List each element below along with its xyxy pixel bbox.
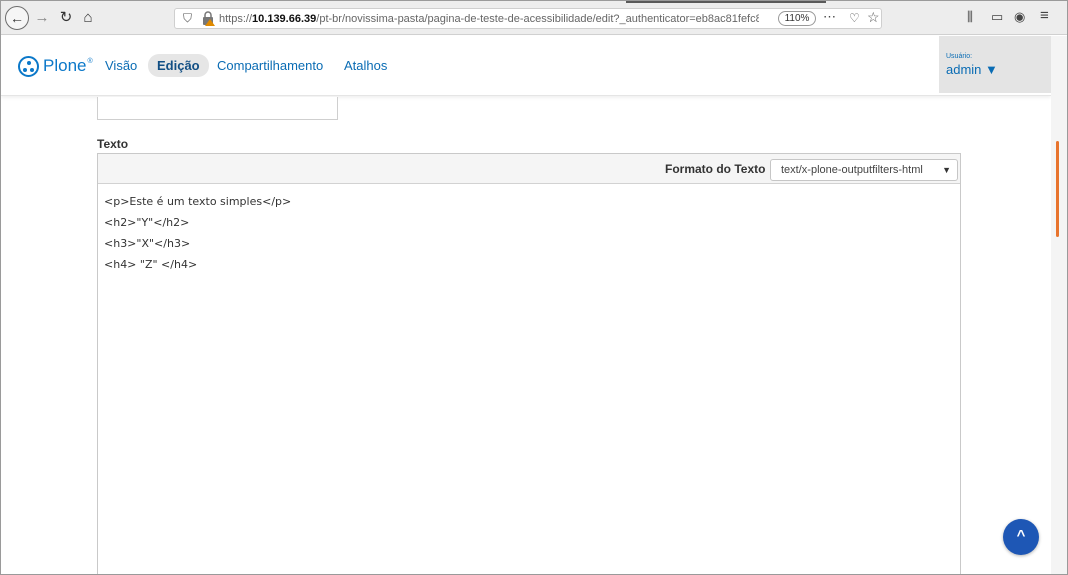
text-editor: Formato do Texto text/x-plone-outputfilt… bbox=[97, 153, 961, 574]
plone-logo-icon bbox=[18, 55, 39, 77]
code-line: <h3>"X"</h3> bbox=[104, 237, 191, 250]
tab-compartilhamento[interactable]: Compartilhamento bbox=[217, 54, 323, 77]
address-bar[interactable]: ⛉ https://10.139.66.39/pt-br/novissima-p… bbox=[174, 8, 882, 29]
back-arrow-icon[interactable]: ← bbox=[5, 6, 29, 30]
text-format-select[interactable]: text/x-plone-outputfilters-html ▼ bbox=[770, 159, 958, 181]
logo-trademark: ® bbox=[87, 57, 93, 65]
tracking-shield-icon[interactable]: ⛉ bbox=[183, 11, 192, 26]
active-tab-indicator bbox=[626, 1, 826, 3]
previous-field-input[interactable] bbox=[97, 97, 338, 120]
hamburger-menu-icon[interactable]: ≡ bbox=[1040, 7, 1049, 24]
browser-window: ← → ↻ ⌂ ⛉ https://10.139.66.39/pt-br/nov… bbox=[0, 0, 1068, 575]
code-line: <h2>"Y"</h2> bbox=[104, 216, 190, 229]
home-icon[interactable]: ⌂ bbox=[80, 9, 96, 27]
tab-visao[interactable]: Visão bbox=[105, 54, 137, 77]
browser-toolbar: ← → ↻ ⌂ ⛉ https://10.139.66.39/pt-br/nov… bbox=[1, 1, 1067, 35]
user-name-dropdown[interactable]: admin ▼ bbox=[946, 62, 998, 77]
library-icon[interactable]: ⫼ bbox=[967, 9, 973, 25]
text-body-textarea[interactable]: <p>Este é um texto simples</p> <h2>"Y"</… bbox=[98, 185, 960, 574]
page-actions-icon[interactable]: ⋯ bbox=[823, 9, 838, 25]
page-scrollbar-thumb[interactable] bbox=[1056, 141, 1059, 237]
user-menu[interactable]: Usuário: admin ▼ bbox=[939, 36, 1051, 93]
account-icon[interactable]: ◉ bbox=[1014, 9, 1025, 25]
text-format-value: text/x-plone-outputfilters-html bbox=[781, 164, 923, 176]
forward-arrow-icon[interactable]: → bbox=[34, 9, 50, 27]
zoom-level-badge[interactable]: 110% bbox=[778, 11, 816, 26]
chevron-down-icon: ▼ bbox=[942, 165, 951, 175]
url-text[interactable]: https://10.139.66.39/pt-br/novissima-pas… bbox=[219, 12, 759, 26]
sidebar-icon[interactable]: ▭ bbox=[991, 9, 1003, 25]
text-field-label: Texto bbox=[97, 137, 129, 151]
plone-toolbar: Plone ® Visão Edição Compartilhamento At… bbox=[1, 36, 1051, 96]
logo-text: Plone bbox=[43, 56, 87, 75]
back-to-top-button[interactable]: ^ bbox=[1003, 519, 1039, 555]
reload-icon[interactable]: ↻ bbox=[58, 9, 74, 27]
code-line: <h4> "Z" </h4> bbox=[104, 258, 198, 271]
bookmark-star-icon[interactable]: ☆ bbox=[867, 9, 880, 26]
tab-atalhos[interactable]: Atalhos bbox=[344, 54, 387, 77]
pocket-icon[interactable]: ♡ bbox=[849, 11, 860, 25]
user-label: Usuário: bbox=[946, 53, 973, 60]
page-scrollbar[interactable] bbox=[1051, 36, 1067, 574]
editor-toolbar: Formato do Texto text/x-plone-outputfilt… bbox=[98, 154, 960, 184]
tab-edicao[interactable]: Edição bbox=[148, 54, 209, 77]
plone-logo[interactable]: Plone ® bbox=[18, 54, 93, 78]
lock-warning-icon[interactable] bbox=[201, 10, 215, 26]
format-label: Formato do Texto bbox=[665, 162, 766, 176]
code-line: <p>Este é um texto simples</p> bbox=[104, 195, 292, 208]
